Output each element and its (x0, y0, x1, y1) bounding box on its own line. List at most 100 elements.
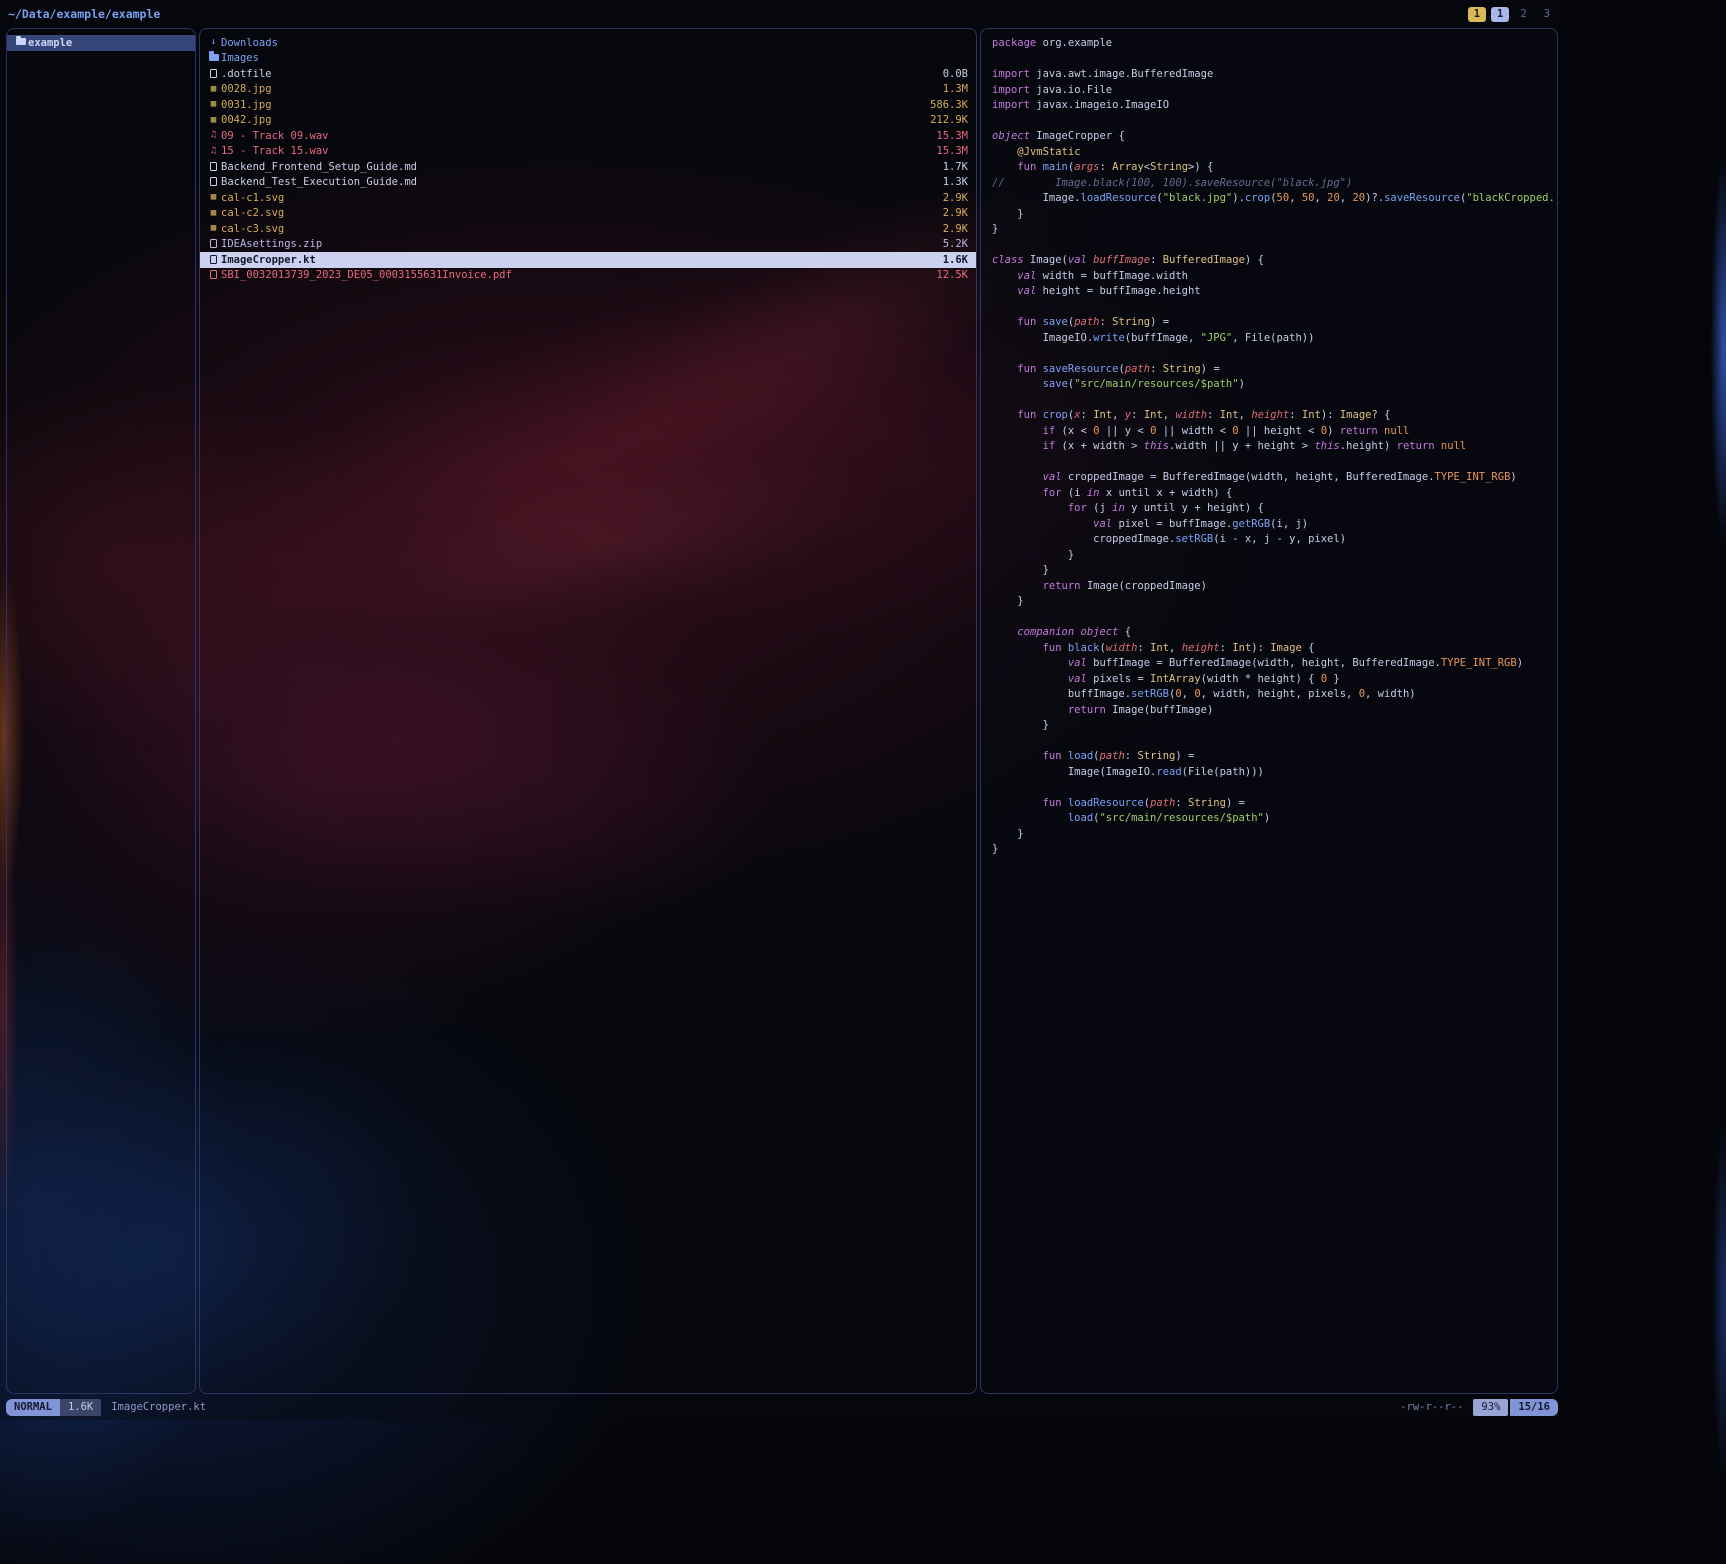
code-line: val height = buffImage.height (992, 284, 1557, 300)
file-list: ↓DownloadsImages.dotfile0.0B▦0028.jpg1.3… (200, 35, 976, 283)
terminal-window: ~/Data/example/example 1123 example ↓Dow… (0, 0, 1564, 1420)
file-row[interactable]: ↓Downloads (200, 35, 976, 51)
code-line: fun black(width: Int, height: Int): Imag… (992, 641, 1557, 657)
image-icon: ▦ (206, 116, 221, 125)
file-row[interactable]: Images (200, 51, 976, 67)
file-name: Downloads (221, 37, 278, 49)
audio-icon: ♫ (206, 131, 221, 140)
panes-container: example ↓DownloadsImages.dotfile0.0B▦002… (6, 28, 1558, 1394)
code-line: croppedImage.setRGB(i - x, j - y, pixel) (992, 532, 1557, 548)
file-row[interactable]: ▦0031.jpg586.3K (200, 97, 976, 113)
file-name: cal-c3.svg (221, 223, 284, 235)
image-icon: ▦ (206, 193, 221, 202)
file-row[interactable]: ▦cal-c1.svg2.9K (200, 190, 976, 206)
preview-pane[interactable]: package org.example import java.awt.imag… (980, 28, 1558, 1394)
code-line: fun crop(x: Int, y: Int, width: Int, hei… (992, 408, 1557, 424)
tab-3[interactable]: 3 (1538, 7, 1556, 22)
code-line (992, 455, 1557, 471)
file-size: 1.6K (935, 254, 968, 266)
code-line: import java.awt.image.BufferedImage (992, 67, 1557, 83)
code-line: } (992, 718, 1557, 734)
code-line: } (992, 222, 1557, 238)
file-row[interactable]: Backend_Test_Execution_Guide.md 1.3K (200, 175, 976, 191)
code-line: } (992, 548, 1557, 564)
file-size: 212.9K (922, 114, 968, 126)
file-name: 0028.jpg (221, 83, 272, 95)
file-row[interactable]: example (7, 35, 195, 51)
code-preview: package org.example import java.awt.imag… (981, 29, 1557, 858)
file-row[interactable]: ▦0042.jpg 212.9K (200, 113, 976, 129)
code-line: for (j in y until y + height) { (992, 501, 1557, 517)
file-row[interactable]: ▦cal-c2.svg2.9K (200, 206, 976, 222)
file-name: 0042.jpg (221, 114, 272, 126)
download-icon: ↓ (206, 38, 221, 47)
cursor-position-badge: 15/16 (1510, 1399, 1558, 1416)
code-line: Image.loadResource("black.jpg").crop(50,… (992, 191, 1557, 207)
file-name: Backend_Test_Execution_Guide.md (221, 176, 417, 188)
file-name: 0031.jpg (221, 99, 272, 111)
image-icon: ▦ (206, 85, 221, 94)
tab-2[interactable]: 2 (1514, 7, 1532, 22)
code-line: val width = buffImage.width (992, 269, 1557, 285)
file-name: SBI_0032013739_2023_DE05_0003155631Invoi… (221, 269, 512, 281)
permissions-text: -rw-r--r-- (1400, 1401, 1463, 1413)
code-line: fun main(args: Array<String>) { (992, 160, 1557, 176)
markdown-icon (206, 162, 221, 172)
file-row[interactable]: .dotfile 0.0B (200, 66, 976, 82)
code-line: return Image(croppedImage) (992, 579, 1557, 595)
code-line: fun load(path: String) = (992, 749, 1557, 765)
code-line (992, 346, 1557, 362)
code-line: } (992, 207, 1557, 223)
code-line (992, 393, 1557, 409)
file-row[interactable]: ImageCropper.kt 1.6K (200, 252, 976, 268)
code-line: companion object { (992, 625, 1557, 641)
image-icon: ▦ (206, 224, 221, 233)
code-line: } (992, 842, 1557, 858)
code-line: import javax.imageio.ImageIO (992, 98, 1557, 114)
file-size: 2.9K (935, 207, 968, 219)
file-size: 15.3M (928, 145, 968, 157)
file-name: ImageCropper.kt (221, 254, 316, 266)
status-right-group: -rw-r--r-- 93% 15/16 (1400, 1399, 1558, 1416)
file-size: 15.3M (928, 130, 968, 142)
file-name: .dotfile (221, 68, 272, 80)
file-row[interactable]: ▦0028.jpg1.3M (200, 82, 976, 98)
code-line: object ImageCropper { (992, 129, 1557, 145)
code-line: val croppedImage = BufferedImage(width, … (992, 470, 1557, 486)
task-count-badge[interactable]: 1 (1468, 7, 1486, 22)
code-line: load("src/main/resources/$path") (992, 811, 1557, 827)
tab-bar: 1123 (1468, 7, 1556, 22)
file-name: 15 - Track 15.wav (221, 145, 328, 157)
file-row[interactable]: ♫15 - Track 15.wav15.3M (200, 144, 976, 160)
code-line (992, 610, 1557, 626)
file-row[interactable]: ▦cal-c3.svg2.9K (200, 221, 976, 237)
code-line: val pixels = IntArray(width * height) { … (992, 672, 1557, 688)
file-size: 0.0B (935, 68, 968, 80)
code-line (992, 52, 1557, 68)
breadcrumb-path: ~/Data/example/example (8, 7, 160, 21)
parent-directory-pane: example (6, 28, 196, 1394)
archive-icon (206, 239, 221, 249)
code-line: return Image(buffImage) (992, 703, 1557, 719)
code-line: @JvmStatic (992, 145, 1557, 161)
pdf-icon (206, 270, 221, 280)
file-row[interactable]: Backend_Frontend_Setup_Guide.md1.7K (200, 159, 976, 175)
code-line: } (992, 563, 1557, 579)
file-icon (206, 69, 221, 79)
code-line (992, 300, 1557, 316)
file-row[interactable]: IDEAsettings.zip5.2K (200, 237, 976, 253)
code-line: } (992, 594, 1557, 610)
code-line (992, 734, 1557, 750)
file-row[interactable]: SBI_0032013739_2023_DE05_0003155631Invoi… (200, 268, 976, 284)
code-line: save("src/main/resources/$path") (992, 377, 1557, 393)
tab-1[interactable]: 1 (1491, 7, 1509, 22)
file-row[interactable]: ♫09 - Track 09.wav15.3M (200, 128, 976, 144)
code-line: fun save(path: String) = (992, 315, 1557, 331)
code-line: val buffImage = BufferedImage(width, hei… (992, 656, 1557, 672)
file-size: 1.3K (935, 176, 968, 188)
code-line: fun loadResource(path: String) = (992, 796, 1557, 812)
code-line: } (992, 827, 1557, 843)
code-line: if (x + width > this.width || y + height… (992, 439, 1557, 455)
file-name: Images (221, 52, 259, 64)
code-line: if (x < 0 || y < 0 || width < 0 || heigh… (992, 424, 1557, 440)
